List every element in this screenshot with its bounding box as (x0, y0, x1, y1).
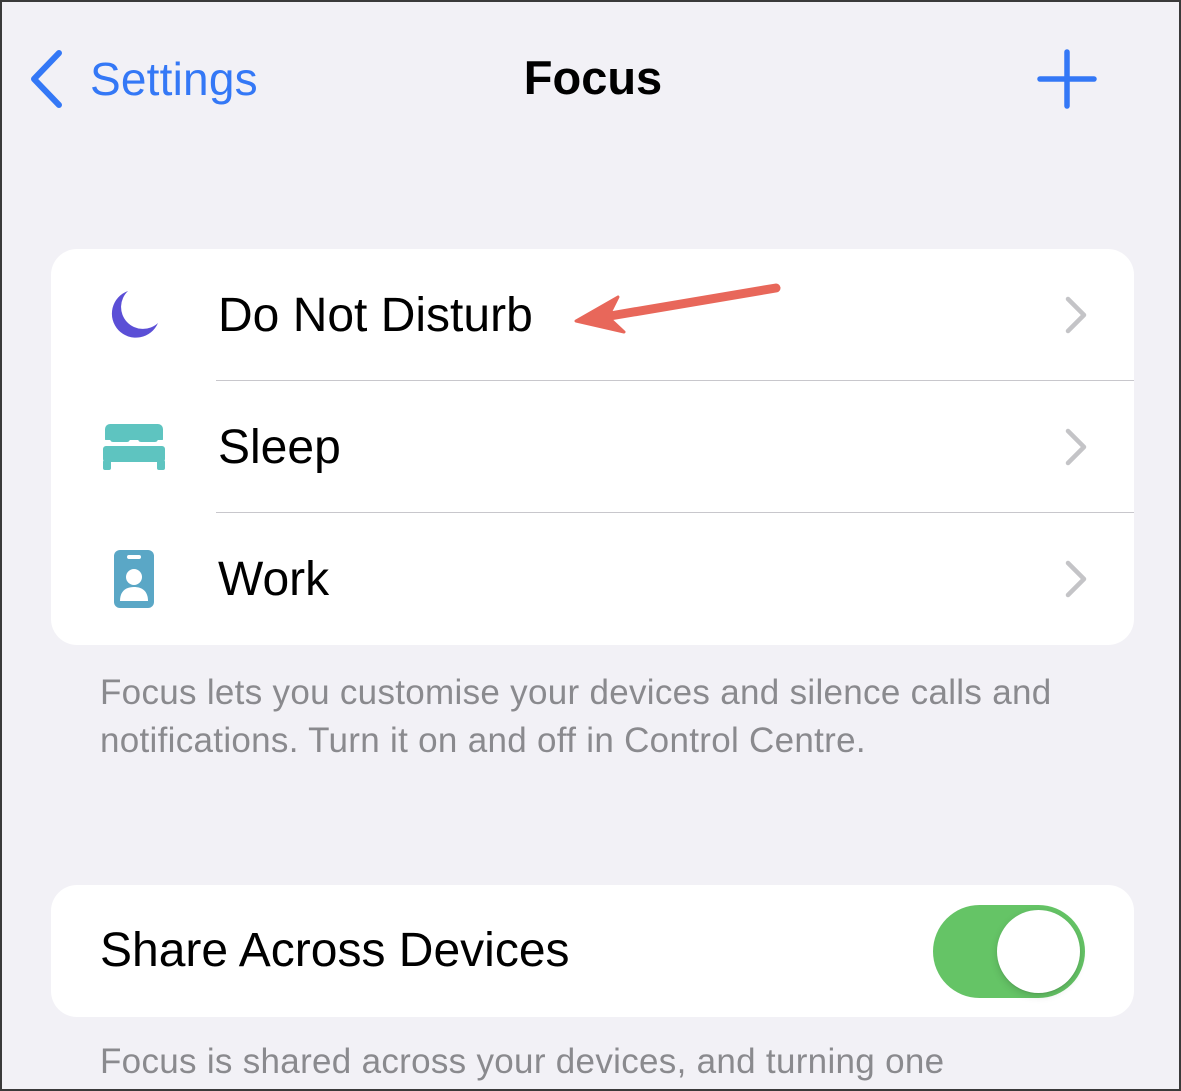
focus-row-do-not-disturb[interactable]: Do Not Disturb (51, 249, 1134, 381)
share-across-devices-toggle[interactable] (933, 905, 1085, 998)
page-title: Focus (523, 51, 663, 104)
share-across-devices-row: Share Across Devices (51, 885, 1134, 1017)
focus-row-label: Do Not Disturb (218, 288, 533, 342)
focus-row-sleep[interactable]: Sleep (51, 381, 1134, 513)
focus-description: Focus lets you customise your devices an… (100, 673, 1052, 760)
add-focus-button[interactable] (1036, 48, 1098, 110)
focus-row-label: Sleep (218, 420, 341, 474)
share-across-devices-label: Share Across Devices (100, 924, 570, 977)
plus-icon (1037, 49, 1097, 109)
toggle-knob (997, 910, 1080, 993)
share-description: Focus is shared across your devices, and… (100, 1042, 945, 1081)
chevron-right-icon (1065, 560, 1087, 598)
moon-icon (101, 282, 167, 348)
bed-icon (101, 414, 167, 480)
chevron-right-icon (1065, 296, 1087, 334)
focus-row-work[interactable]: Work (51, 513, 1134, 645)
id-badge-icon (101, 546, 167, 612)
chevron-right-icon (1065, 428, 1087, 466)
navigation-bar: Settings Focus (2, 2, 1179, 152)
focus-modes-list: Do Not Disturb Sleep Work (51, 249, 1134, 645)
focus-row-label: Work (218, 552, 330, 606)
